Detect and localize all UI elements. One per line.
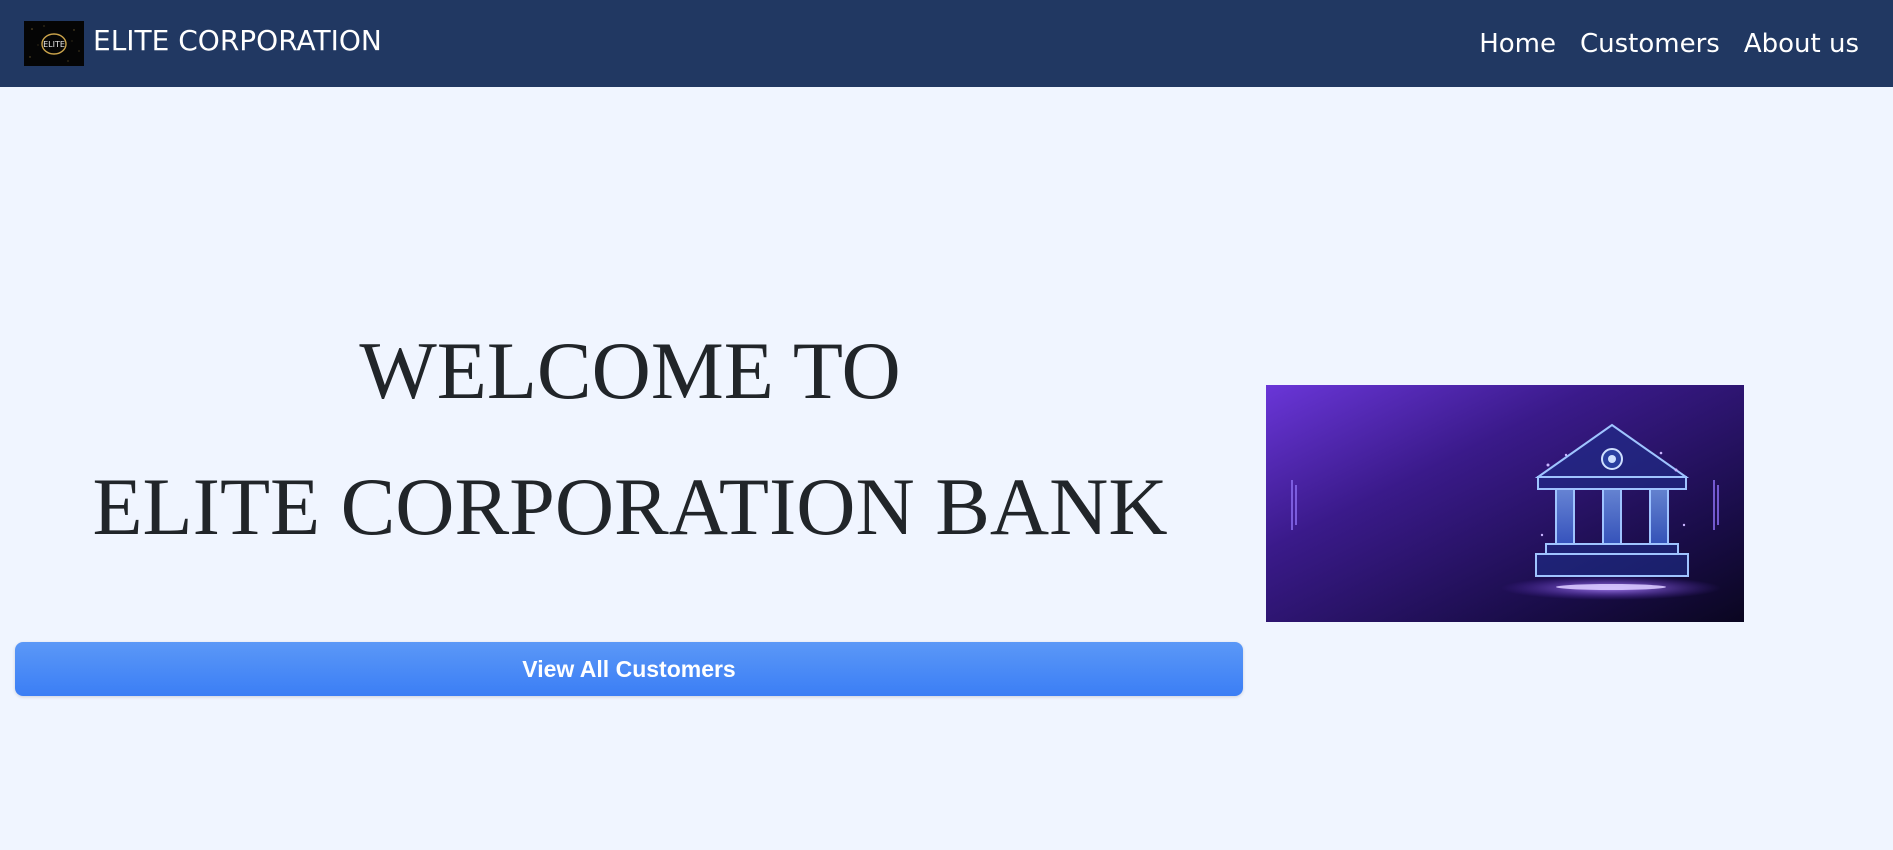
hero-title-line2: ELITE CORPORATION BANK bbox=[92, 461, 1168, 552]
hero-title-line1: WELCOME TO bbox=[359, 325, 901, 416]
nav-link-about-us[interactable]: About us bbox=[1744, 29, 1859, 59]
nav-link-home[interactable]: Home bbox=[1479, 29, 1556, 59]
logo-icon: ELITE bbox=[24, 21, 84, 66]
svg-text:ELITE: ELITE bbox=[43, 40, 65, 49]
view-all-customers-button[interactable]: View All Customers bbox=[15, 642, 1243, 696]
hero-bank-image bbox=[1266, 385, 1744, 622]
navbar: ELITE ELITE CORPORATION Home Customers A… bbox=[0, 0, 1893, 87]
nav-links: Home Customers About us bbox=[1455, 0, 1859, 87]
brand-name: ELITE CORPORATION bbox=[93, 24, 382, 57]
brand-logo: ELITE bbox=[24, 21, 84, 66]
brand-link[interactable]: ELITE ELITE CORPORATION bbox=[24, 21, 382, 66]
nav-link-customers[interactable]: Customers bbox=[1580, 29, 1720, 59]
bank-building-icon bbox=[1266, 385, 1744, 622]
